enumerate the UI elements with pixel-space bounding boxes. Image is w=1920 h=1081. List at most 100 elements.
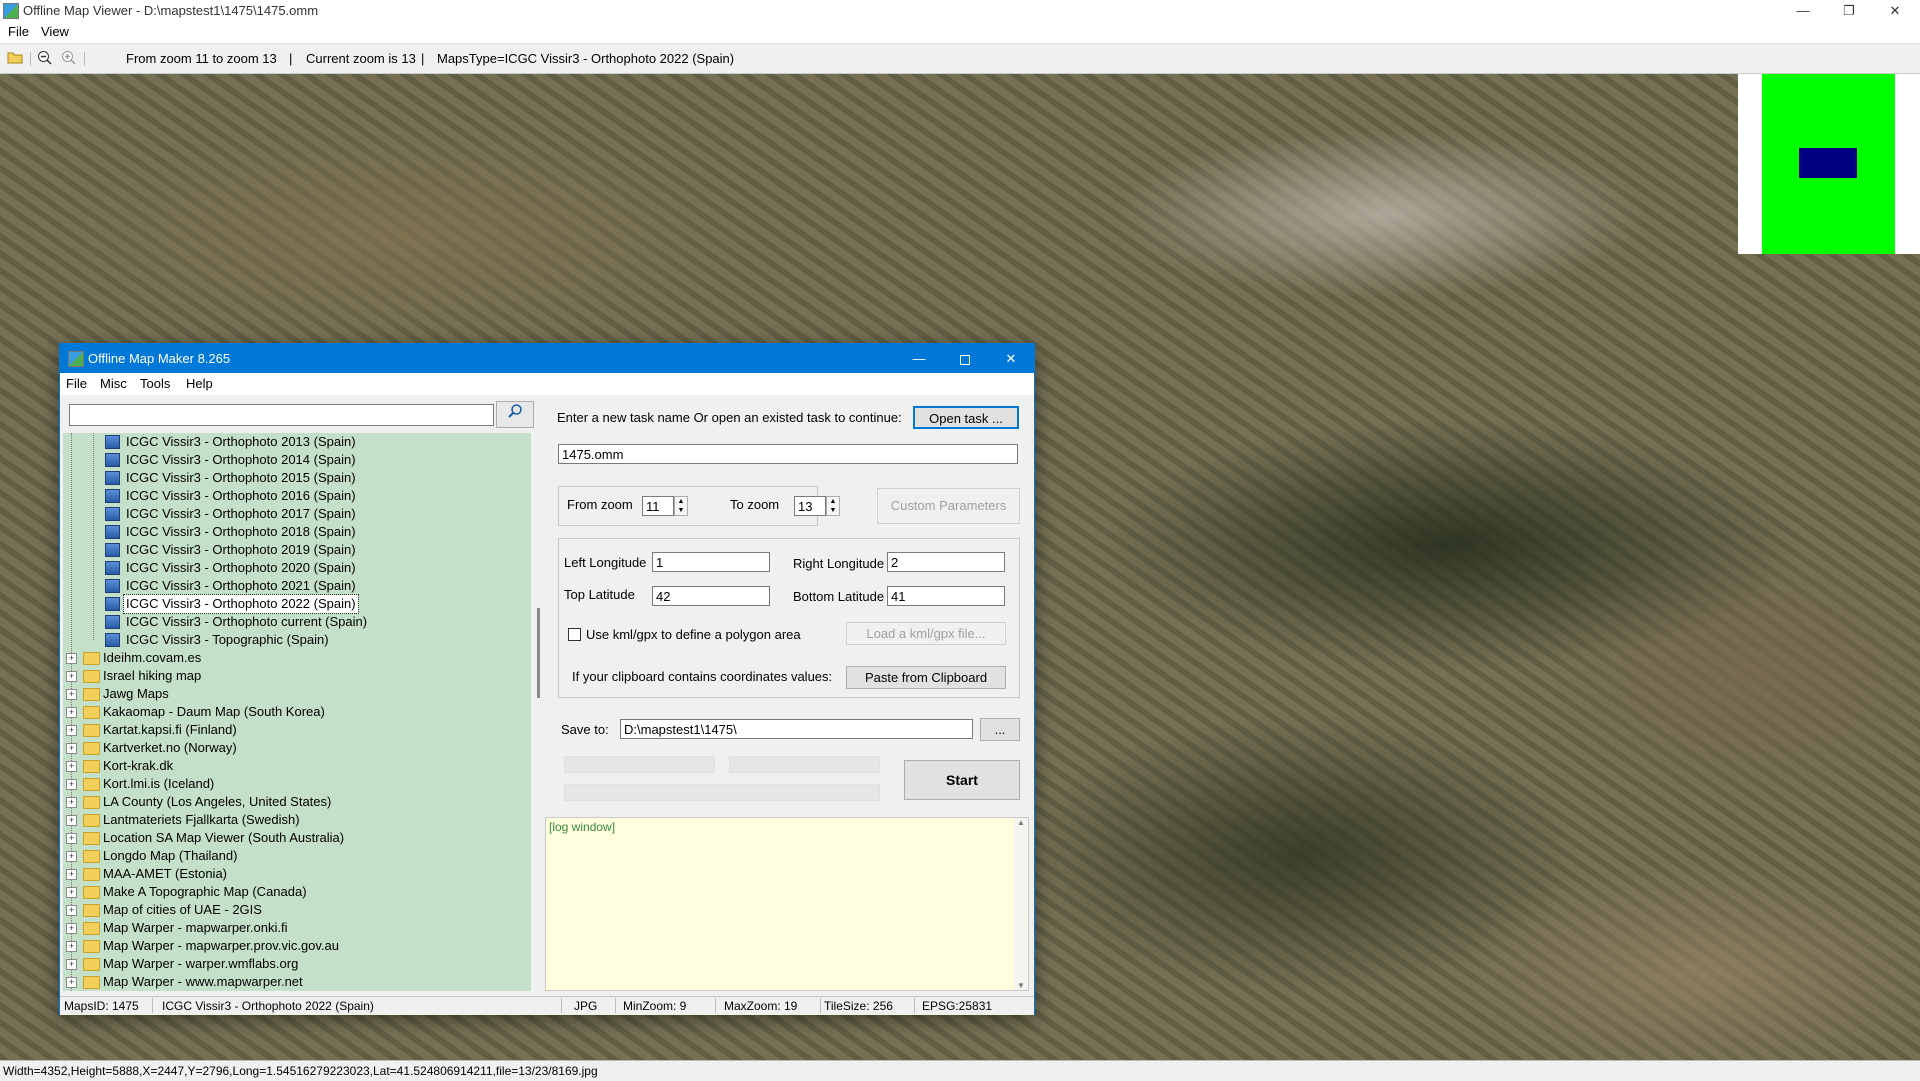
tree-folder-item[interactable]: + Map Warper - www.mapwarper.net: [63, 973, 523, 991]
tree-folder-item[interactable]: + Map Warper - warper.wmflabs.org: [63, 955, 523, 973]
kml-checkbox[interactable]: [568, 628, 581, 641]
tree-map-item[interactable]: ICGC Vissir3 - Orthophoto current (Spain…: [63, 613, 523, 631]
top-latitude-input[interactable]: 42: [652, 586, 770, 606]
paste-clipboard-button[interactable]: Paste from Clipboard: [846, 666, 1006, 689]
expand-icon[interactable]: +: [66, 977, 77, 988]
expand-icon[interactable]: +: [66, 671, 77, 682]
expand-icon[interactable]: +: [66, 779, 77, 790]
expand-icon[interactable]: +: [66, 689, 77, 700]
browse-button[interactable]: ...: [980, 718, 1020, 741]
tree-map-item[interactable]: ICGC Vissir3 - Orthophoto 2015 (Spain): [63, 469, 523, 487]
search-button[interactable]: [496, 401, 534, 428]
tree-item-label: Kartat.kapsi.fi (Finland): [103, 722, 237, 737]
expand-icon[interactable]: +: [66, 905, 77, 916]
expand-icon[interactable]: +: [66, 923, 77, 934]
map-tile-icon: [105, 471, 120, 485]
status-epsg: EPSG:25831: [922, 999, 993, 1013]
tree-map-item[interactable]: ICGC Vissir3 - Orthophoto 2022 (Spain): [63, 594, 523, 614]
expand-icon[interactable]: +: [66, 707, 77, 718]
from-zoom-stepper[interactable]: ▲ ▼: [674, 496, 688, 516]
log-scrollbar[interactable]: ▲ ▼: [1014, 818, 1028, 990]
expand-icon[interactable]: +: [66, 959, 77, 970]
dialog-maximize-button[interactable]: [942, 344, 988, 373]
expand-icon[interactable]: +: [66, 653, 77, 664]
dialog-minimize-button[interactable]: —: [896, 344, 942, 373]
bottom-latitude-input[interactable]: 41: [887, 586, 1005, 606]
tree-map-item[interactable]: ICGC Vissir3 - Topographic (Spain): [63, 631, 523, 649]
kml-checkbox-label[interactable]: Use kml/gpx to define a polygon area: [586, 627, 801, 642]
dialog-close-button[interactable]: ✕: [988, 344, 1034, 373]
zoom-out-icon[interactable]: [36, 50, 54, 66]
tree-folder-item[interactable]: + Make A Topographic Map (Canada): [63, 883, 523, 901]
dialog-menu-file[interactable]: File: [66, 376, 87, 391]
tree-folder-item[interactable]: + LA County (Los Angeles, United States): [63, 793, 523, 811]
dialog-menu-help[interactable]: Help: [186, 376, 213, 391]
tree-scrollbar-thumb[interactable]: [537, 608, 540, 698]
tree-map-item[interactable]: ICGC Vissir3 - Orthophoto 2017 (Spain): [63, 505, 523, 523]
map-source-tree[interactable]: ICGC Vissir3 - Orthophoto 2013 (Spain) IC…: [63, 433, 531, 991]
expand-icon[interactable]: +: [66, 833, 77, 844]
log-window[interactable]: [log window] ▲ ▼: [545, 817, 1029, 991]
folder-icon: [83, 886, 100, 899]
tree-folder-item[interactable]: + Longdo Map (Thailand): [63, 847, 523, 865]
menu-view[interactable]: View: [41, 24, 69, 39]
start-button[interactable]: Start: [904, 760, 1020, 800]
overview-viewport[interactable]: [1799, 148, 1857, 178]
tree-folder-item[interactable]: + Map Warper - mapwarper.prov.vic.gov.au: [63, 937, 523, 955]
tree-folder-item[interactable]: + Map of cities of UAE - 2GIS: [63, 901, 523, 919]
tree-folder-item[interactable]: + Israel hiking map: [63, 667, 523, 685]
map-search-input[interactable]: [69, 404, 494, 426]
expand-icon[interactable]: +: [66, 869, 77, 880]
tree-map-item[interactable]: ICGC Vissir3 - Orthophoto 2013 (Spain): [63, 433, 523, 451]
tree-map-item[interactable]: ICGC Vissir3 - Orthophoto 2021 (Spain): [63, 577, 523, 595]
tree-map-item[interactable]: ICGC Vissir3 - Orthophoto 2018 (Spain): [63, 523, 523, 541]
left-longitude-input[interactable]: 1: [652, 552, 770, 572]
tree-map-item[interactable]: ICGC Vissir3 - Orthophoto 2019 (Spain): [63, 541, 523, 559]
to-zoom-stepper[interactable]: ▲ ▼: [826, 496, 840, 516]
tree-folder-item[interactable]: + Location SA Map Viewer (South Australia…: [63, 829, 523, 847]
right-longitude-input[interactable]: 2: [887, 552, 1005, 572]
tree-item-label: ICGC Vissir3 - Orthophoto 2015 (Spain): [126, 470, 356, 485]
tree-folder-item[interactable]: + MAA-AMET (Estonia): [63, 865, 523, 883]
expand-icon[interactable]: +: [66, 725, 77, 736]
tree-map-item[interactable]: ICGC Vissir3 - Orthophoto 2014 (Spain): [63, 451, 523, 469]
tree-folder-item[interactable]: + Kort-krak.dk: [63, 757, 523, 775]
tree-scrollbar[interactable]: [532, 433, 546, 991]
menu-file[interactable]: File: [8, 24, 29, 39]
expand-icon[interactable]: +: [66, 797, 77, 808]
custom-parameters-button[interactable]: Custom Parameters: [877, 488, 1020, 524]
zoom-in-icon[interactable]: [60, 50, 78, 66]
tree-folder-item[interactable]: + Kakaomap - Daum Map (South Korea): [63, 703, 523, 721]
tree-folder-item[interactable]: + Jawg Maps: [63, 685, 523, 703]
save-path-input[interactable]: D:\mapstest1\1475\: [620, 719, 973, 739]
tree-folder-item[interactable]: + Kartverket.no (Norway): [63, 739, 523, 757]
expand-icon[interactable]: +: [66, 851, 77, 862]
tree-folder-item[interactable]: + Kort.lmi.is (Iceland): [63, 775, 523, 793]
minimize-button[interactable]: —: [1780, 0, 1826, 22]
folder-icon: [83, 904, 100, 917]
tree-folder-item[interactable]: + Lantmateriets Fjallkarta (Swedish): [63, 811, 523, 829]
tree-folder-item[interactable]: + Map Warper - mapwarper.onki.fi: [63, 919, 523, 937]
overview-map[interactable]: [1738, 74, 1920, 254]
close-button[interactable]: ✕: [1872, 0, 1918, 22]
dialog-title-bar[interactable]: Offline Map Maker 8.265 — ✕: [60, 344, 1034, 373]
expand-icon[interactable]: +: [66, 761, 77, 772]
task-name-input[interactable]: 1475.omm: [558, 444, 1018, 464]
load-kml-button[interactable]: Load a kml/gpx file...: [846, 622, 1006, 645]
dialog-menu-misc[interactable]: Misc: [100, 376, 127, 391]
open-task-button[interactable]: Open task ...: [913, 406, 1019, 429]
tree-folder-item[interactable]: + Ideihm.covam.es: [63, 649, 523, 667]
expand-icon[interactable]: +: [66, 815, 77, 826]
maximize-button[interactable]: ❐: [1826, 0, 1872, 22]
expand-icon[interactable]: +: [66, 743, 77, 754]
expand-icon[interactable]: +: [66, 887, 77, 898]
dialog-menu-tools[interactable]: Tools: [140, 376, 170, 391]
tree-map-item[interactable]: ICGC Vissir3 - Orthophoto 2020 (Spain): [63, 559, 523, 577]
expand-icon[interactable]: +: [66, 941, 77, 952]
tree-map-item[interactable]: ICGC Vissir3 - Orthophoto 2016 (Spain): [63, 487, 523, 505]
to-zoom-input[interactable]: 13: [794, 496, 826, 516]
open-folder-icon[interactable]: [6, 50, 24, 66]
folder-icon: [83, 958, 100, 971]
tree-folder-item[interactable]: + Kartat.kapsi.fi (Finland): [63, 721, 523, 739]
from-zoom-input[interactable]: 11: [642, 496, 674, 516]
